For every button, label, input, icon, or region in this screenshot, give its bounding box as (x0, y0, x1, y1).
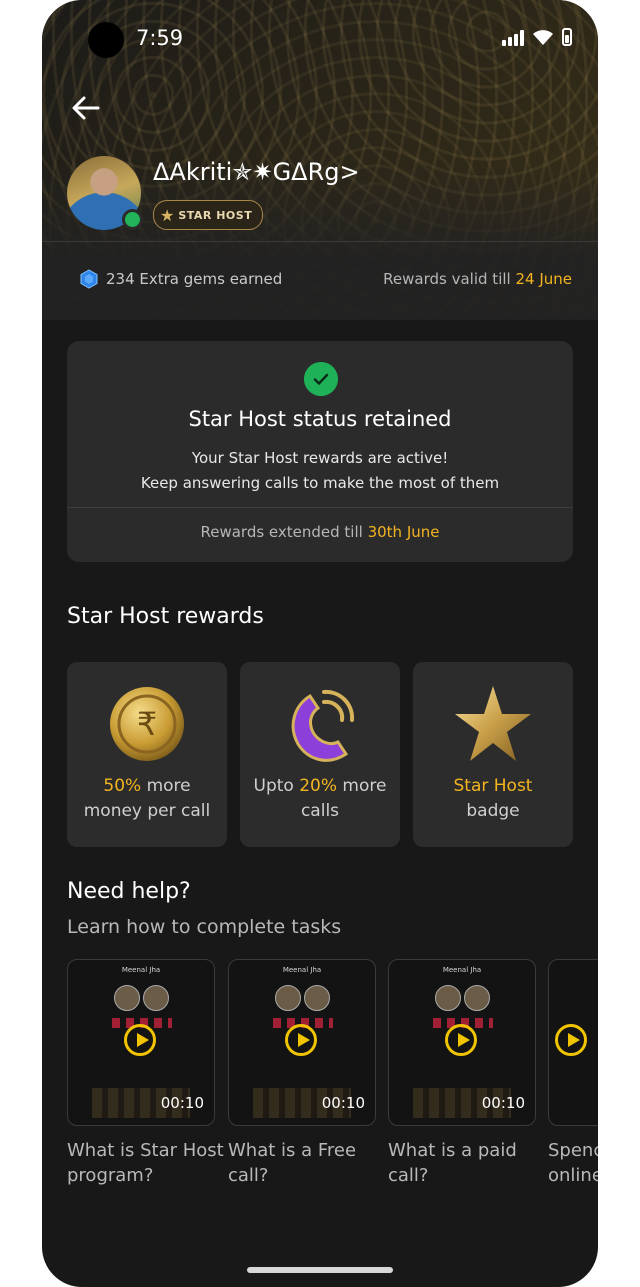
avatar (114, 985, 140, 1011)
front-camera (88, 22, 124, 58)
play-icon[interactable] (285, 1024, 317, 1056)
gems-earned-pill: 234 Extra gems earned (68, 262, 297, 296)
reward-card-calls: Upto 20% more calls (240, 662, 400, 847)
reward-text-part: more (337, 776, 387, 796)
status-description-1: Your Star Host rewards are active! (191, 449, 449, 467)
back-arrow-icon[interactable] (68, 90, 104, 126)
online-indicator (122, 209, 143, 230)
video-thumbnail[interactable]: Meenal Jha 00:10 (67, 959, 215, 1126)
status-description-2: Keep answering calls to make the most of… (140, 474, 500, 492)
gem-icon (80, 269, 98, 289)
username: ΔAkriti✯✷GΔRg> (153, 158, 360, 186)
home-indicator[interactable] (247, 1267, 393, 1273)
help-subtitle: Learn how to complete tasks (67, 916, 342, 938)
badge-label: STAR HOST (178, 208, 253, 222)
rewards-valid-label: Rewards valid till (383, 270, 516, 288)
check-icon (304, 362, 338, 396)
status-time: 7:59 (136, 26, 184, 50)
phone-screen: 7:59 ΔAkriti✯✷GΔRg> ★ STAR HOST 234 Extr… (42, 0, 598, 1287)
video-caller-name: Meenal Jha (442, 966, 482, 974)
video-title-line: program? (67, 1165, 154, 1186)
play-icon[interactable] (124, 1024, 156, 1056)
play-icon[interactable] (555, 1024, 587, 1056)
signal-icon (502, 30, 524, 46)
phone-icon (291, 689, 355, 762)
reward-text-part: Upto (253, 776, 300, 796)
video-caller-name: Meenal Jha (282, 966, 322, 974)
status-icons (502, 28, 572, 46)
video-title-line: What is a Free (228, 1140, 357, 1161)
reward-highlight: Star Host (453, 776, 533, 796)
video-title-line: Spenc (548, 1140, 598, 1161)
video-thumbnail[interactable]: Meenal Jha 00:10 (388, 959, 536, 1126)
reward-card-money: ₹ 50% more money per call (67, 662, 227, 847)
video-caller-name: Meenal Jha (121, 966, 161, 974)
play-icon[interactable] (445, 1024, 477, 1056)
divider (67, 507, 573, 508)
help-title: Need help? (67, 879, 191, 904)
video-duration: 00:10 (321, 1094, 365, 1112)
rewards-extended-label: Rewards extended till (200, 523, 368, 541)
reward-highlight: 50% (103, 776, 142, 796)
avatar (464, 985, 490, 1011)
video-title[interactable]: What is Star Host program? (67, 1138, 227, 1188)
status-card: Star Host status retained Your Star Host… (67, 341, 573, 562)
rewards-valid-date: 24 June (515, 270, 572, 288)
avatar (304, 985, 330, 1011)
rewards-extended-text: Rewards extended till 30th June (67, 523, 573, 541)
reward-text-calls: Upto 20% more calls (240, 774, 400, 824)
avatar (435, 985, 461, 1011)
video-title-line: online (548, 1165, 598, 1186)
star-icon: ★ (160, 205, 175, 225)
rewards-extended-date: 30th June (367, 523, 440, 541)
avatar (143, 985, 169, 1011)
video-duration: 00:10 (481, 1094, 525, 1112)
reward-text-money: 50% more money per call (67, 774, 227, 824)
video-duration: 00:10 (160, 1094, 204, 1112)
star-host-badge: ★ STAR HOST (153, 200, 264, 230)
video-title-line: call? (388, 1165, 429, 1186)
rewards-section-title: Star Host rewards (67, 604, 264, 629)
video-thumbnail[interactable] (548, 959, 598, 1126)
video-title[interactable]: Spenc online (548, 1138, 598, 1188)
gems-earned-text: 234 Extra gems earned (106, 270, 283, 288)
video-title-line: call? (228, 1165, 269, 1186)
video-thumbnail[interactable]: Meenal Jha 00:10 (228, 959, 376, 1126)
video-title[interactable]: What is a Free call? (228, 1138, 388, 1188)
avatar (275, 985, 301, 1011)
video-title-line: What is a paid (388, 1140, 517, 1161)
status-title: Star Host status retained (188, 407, 452, 431)
reward-card-badge: Star Host badge (413, 662, 573, 847)
reward-text-part: money per call (83, 801, 211, 821)
svg-text:₹: ₹ (137, 705, 157, 743)
reward-text-part: more (141, 776, 191, 796)
video-title[interactable]: What is a paid call? (388, 1138, 548, 1188)
reward-text-badge: Star Host badge (413, 774, 573, 824)
reward-text-part: badge (466, 801, 520, 821)
star-icon (455, 686, 531, 761)
rupee-coin-icon: ₹ (110, 687, 184, 761)
reward-text-part: calls (300, 801, 340, 821)
reward-highlight: 20% (299, 776, 338, 796)
video-title-line: What is Star Host (67, 1140, 224, 1161)
rewards-valid-text: Rewards valid till 24 June (383, 270, 572, 288)
battery-icon (562, 28, 572, 46)
divider (42, 241, 598, 242)
status-bar: 7:59 (42, 20, 598, 60)
wifi-icon (533, 30, 553, 45)
